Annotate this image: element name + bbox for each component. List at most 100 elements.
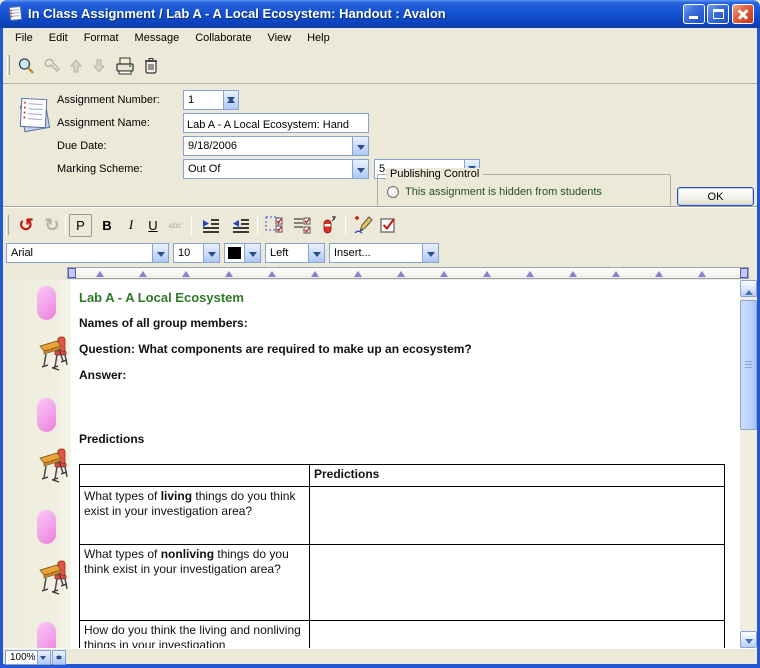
chevron-down-icon[interactable] (308, 244, 324, 262)
answer-cell[interactable] (310, 545, 725, 621)
vertical-scrollbar[interactable] (740, 280, 757, 648)
table-header-row: Predictions (80, 465, 725, 487)
eraser-decoration (37, 286, 56, 320)
scroll-up-button[interactable] (740, 280, 757, 297)
tab-stop-marker[interactable] (96, 271, 104, 277)
search-icon[interactable] (16, 56, 36, 76)
window-icon (7, 5, 24, 27)
previous-arrow-icon (66, 56, 86, 76)
font-size-select[interactable]: 10 (173, 243, 220, 263)
minimize-icon (689, 16, 698, 19)
radio-hidden-option[interactable]: This assignment is hidden from students (387, 186, 602, 198)
answer-line: Answer: (79, 368, 126, 382)
redo-icon: ↻ (41, 214, 63, 236)
tab-stop-marker[interactable] (526, 271, 534, 277)
tab-stop-marker[interactable] (569, 271, 577, 277)
menu-help[interactable]: Help (299, 30, 338, 46)
tab-stop-marker[interactable] (268, 271, 276, 277)
next-arrow-icon (89, 56, 109, 76)
stepper-arrows[interactable] (223, 91, 238, 109)
chevron-down-icon[interactable] (203, 244, 219, 262)
chevron-down-icon[interactable] (352, 137, 368, 155)
select-form-fields-icon[interactable] (263, 214, 287, 236)
ruler[interactable] (67, 267, 749, 279)
window-title: In Class Assignment / Lab A - A Local Ec… (28, 6, 446, 21)
menu-format[interactable]: Format (76, 30, 127, 46)
indent-increase-icon[interactable] (199, 214, 223, 236)
tab-stop-marker[interactable] (139, 271, 147, 277)
underline-button[interactable]: U (143, 214, 163, 236)
print-icon[interactable] (115, 56, 135, 76)
assignment-icon (15, 92, 53, 141)
school-desk-icon (39, 334, 69, 377)
table-row: What types of living things do you think… (80, 487, 725, 545)
menu-collaborate[interactable]: Collaborate (187, 30, 259, 46)
assignment-number-stepper[interactable]: 1 (183, 90, 239, 110)
undo-icon[interactable]: ↺ (15, 214, 37, 236)
tab-stop-marker[interactable] (225, 271, 233, 277)
font-family-select[interactable]: Arial (6, 243, 169, 263)
menu-view[interactable]: View (259, 30, 299, 46)
color-swatch (228, 247, 241, 259)
menu-bar: File Edit Format Message Collaborate Vie… (3, 28, 757, 47)
minimize-button[interactable] (683, 4, 705, 24)
chevron-down-icon[interactable] (244, 244, 260, 262)
paragraph-style-button[interactable]: P (69, 214, 92, 237)
close-button[interactable] (732, 4, 754, 24)
ruler-right-margin-handle[interactable] (740, 268, 748, 278)
alignment-select[interactable]: Left (265, 243, 325, 263)
assignment-name-input[interactable] (183, 113, 369, 133)
marking-scheme-select[interactable]: Out Of (183, 159, 369, 179)
margin-decoration (3, 282, 71, 394)
zoom-level-select[interactable]: 100% (5, 650, 51, 665)
indent-decrease-icon[interactable] (229, 214, 253, 236)
menu-message[interactable]: Message (127, 30, 188, 46)
toolbar-grip[interactable] (6, 215, 9, 235)
tab-stop-marker[interactable] (483, 271, 491, 277)
chevron-down-icon[interactable] (352, 160, 368, 178)
question-cell: What types of living things do you think… (80, 487, 310, 545)
tab-stop-marker[interactable] (440, 271, 448, 277)
scroll-down-button[interactable] (740, 631, 757, 648)
radio-button[interactable] (387, 186, 399, 198)
tab-stop-marker[interactable] (354, 271, 362, 277)
menu-edit[interactable]: Edit (41, 30, 76, 46)
tab-stop-marker[interactable] (612, 271, 620, 277)
bold-button[interactable]: B (97, 214, 117, 236)
assignment-name-label: Assignment Name: (57, 117, 150, 129)
checkbox-list-icon[interactable] (291, 214, 315, 236)
predictions-heading: Predictions (79, 432, 144, 446)
toolbar-grip[interactable] (7, 55, 10, 75)
document-title: Lab A - A Local Ecosystem (79, 290, 244, 305)
ruler-left-margin-handle[interactable] (68, 268, 76, 278)
tab-stop-marker[interactable] (182, 271, 190, 277)
font-color-select[interactable] (224, 243, 261, 263)
chevron-down-icon[interactable] (152, 244, 168, 262)
italic-button[interactable]: I (121, 214, 141, 236)
due-date-select[interactable]: 9/18/2006 (183, 136, 369, 156)
checked-box-icon[interactable] (377, 214, 401, 236)
tab-stop-marker[interactable] (311, 271, 319, 277)
publishing-control-legend: Publishing Control (386, 168, 483, 180)
maximize-button[interactable] (707, 4, 729, 24)
header-cell-predictions: Predictions (310, 465, 725, 487)
menu-file[interactable]: File (7, 30, 41, 46)
window-frame-bottom (0, 664, 760, 668)
tab-stop-marker[interactable] (698, 271, 706, 277)
table-row: How do you think the living and nonlivin… (80, 621, 725, 649)
marking-scheme-label: Marking Scheme: (57, 163, 143, 175)
answer-cell[interactable] (310, 487, 725, 545)
chevron-down-icon[interactable] (422, 244, 438, 262)
tab-stop-marker[interactable] (397, 271, 405, 277)
edit-pencil-add-icon[interactable] (351, 214, 375, 236)
highlight-marker-icon[interactable] (317, 214, 339, 236)
ok-button[interactable]: OK (677, 187, 754, 206)
document-editor-canvas[interactable]: Lab A - A Local Ecosystem Names of all g… (3, 280, 740, 648)
scrollbar-thumb[interactable] (740, 300, 757, 430)
answer-cell[interactable] (310, 621, 725, 649)
insert-select[interactable]: Insert... (329, 243, 439, 263)
zoom-stepper[interactable] (52, 650, 66, 665)
tab-stop-marker[interactable] (655, 271, 663, 277)
chevron-down-icon[interactable] (37, 651, 50, 664)
delete-trash-icon[interactable] (141, 56, 161, 76)
